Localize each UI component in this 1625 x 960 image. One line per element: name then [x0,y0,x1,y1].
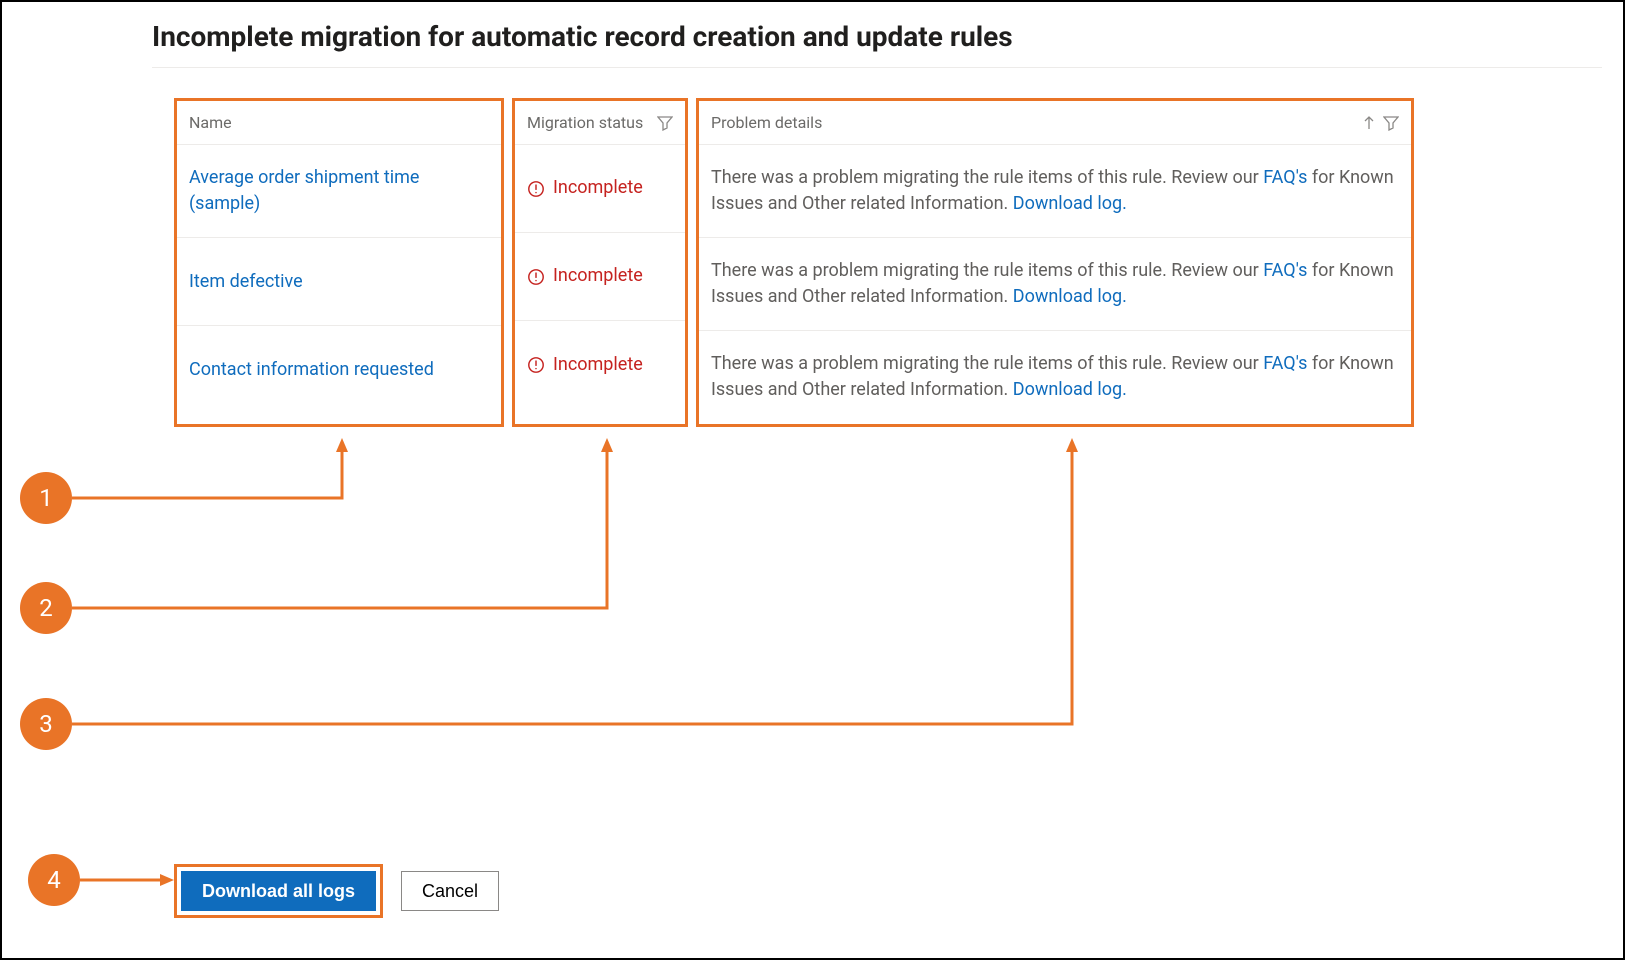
rule-link[interactable]: Contact information requested [189,357,434,383]
callout-badge: 1 [20,472,72,524]
download-all-highlight: Download all logs [174,864,383,918]
table-row: Contact information requested [177,326,501,414]
problem-details: There was a problem migrating the rule i… [711,351,1399,403]
error-icon [527,356,545,374]
table-row: Incomplete [515,233,685,321]
page-title: Incomplete migration for automatic recor… [152,20,1602,68]
header-details-label: Problem details [711,113,822,132]
header-details[interactable]: Problem details [699,101,1411,145]
table-row: Item defective [177,238,501,326]
faq-link[interactable]: FAQ's [1263,353,1307,374]
filter-icon[interactable] [1383,115,1399,131]
download-log-link[interactable]: Download log. [1013,286,1127,307]
table-row: Incomplete [515,321,685,409]
status-badge: Incomplete [527,263,643,289]
status-text: Incomplete [553,352,643,378]
callout-connector [72,438,352,500]
download-log-link[interactable]: Download log. [1013,193,1127,214]
download-log-link[interactable]: Download log. [1013,379,1127,400]
filter-icon[interactable] [657,115,673,131]
column-details: Problem details There was a problem migr… [696,98,1414,427]
callout-connector [72,438,617,610]
column-status: Migration status Incomplete Incomplete [512,98,688,427]
callout-connector [80,872,174,888]
problem-details: There was a problem migrating the rule i… [711,165,1399,217]
sort-icon[interactable] [1361,115,1377,131]
column-name: Name Average order shipment time (sample… [174,98,504,427]
rule-link[interactable]: Average order shipment time (sample) [189,165,489,217]
rule-link[interactable]: Item defective [189,269,303,295]
status-text: Incomplete [553,263,643,289]
migration-table: Name Average order shipment time (sample… [152,98,1623,427]
problem-details: There was a problem migrating the rule i… [711,258,1399,310]
status-badge: Incomplete [527,352,643,378]
error-icon [527,268,545,286]
callout-badge: 3 [20,698,72,750]
table-row: There was a problem migrating the rule i… [699,238,1411,331]
header-status-label: Migration status [527,113,643,132]
callout-badge: 4 [28,854,80,906]
callout-connector [72,438,1082,726]
cancel-button[interactable]: Cancel [401,871,499,911]
header-name[interactable]: Name [177,101,501,145]
status-badge: Incomplete [527,175,643,201]
table-row: Incomplete [515,145,685,233]
table-row: Average order shipment time (sample) [177,145,501,238]
status-text: Incomplete [553,175,643,201]
faq-link[interactable]: FAQ's [1263,260,1307,281]
table-row: There was a problem migrating the rule i… [699,145,1411,238]
header-status[interactable]: Migration status [515,101,685,145]
header-name-label: Name [189,113,232,132]
table-row: There was a problem migrating the rule i… [699,331,1411,423]
footer-actions: Download all logs Cancel [174,864,499,918]
download-all-logs-button[interactable]: Download all logs [181,871,376,911]
faq-link[interactable]: FAQ's [1263,167,1307,188]
error-icon [527,180,545,198]
callout-badge: 2 [20,582,72,634]
